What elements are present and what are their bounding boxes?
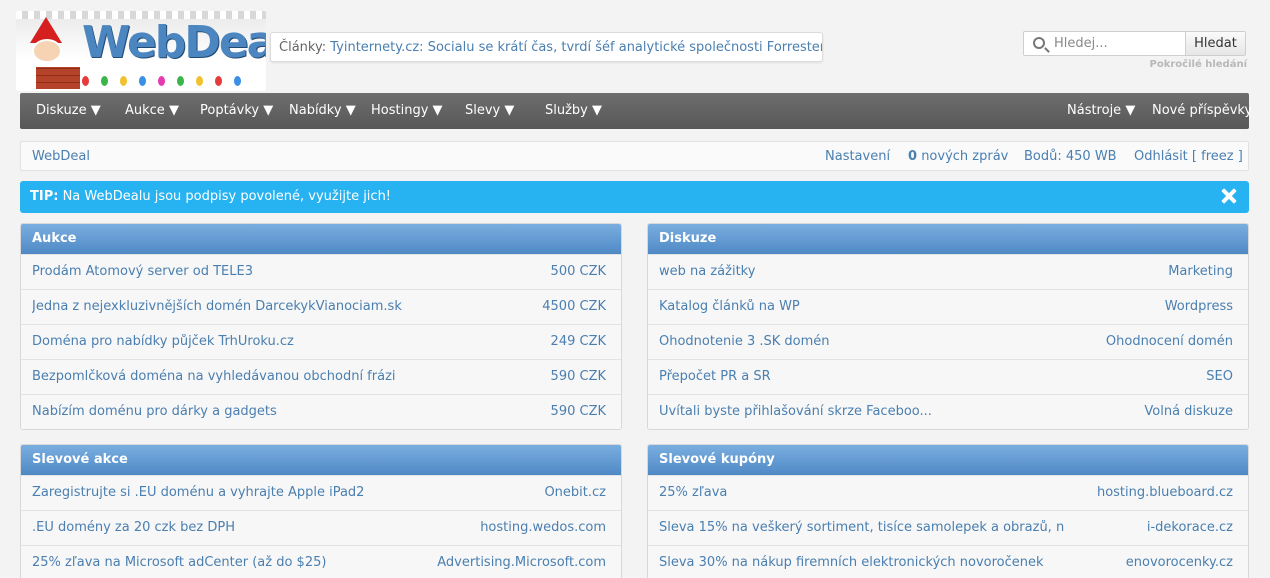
nav-item-nove-prispevky[interactable]: Nové příspěvky <box>1152 93 1252 129</box>
item-title[interactable]: Nabízím doménu pro dárky a gadgets <box>32 404 277 419</box>
list-item[interactable]: Katalog článků na WP Wordpress <box>648 289 1248 324</box>
panel-diskuze: Diskuze web na zážitky Marketing Katalog … <box>647 223 1249 430</box>
breadcrumb[interactable]: WebDeal <box>32 149 90 164</box>
item-source[interactable]: i-dekorace.cz <box>1147 520 1233 535</box>
nav-item-diskuze[interactable]: Diskuze ▼ <box>36 93 101 129</box>
item-category[interactable]: Volná diskuze <box>1144 404 1233 419</box>
item-price: 500 CZK <box>550 264 606 279</box>
site-logo[interactable]: WebDeal <box>16 11 266 91</box>
news-link[interactable]: Tyinternety.cz: Socialu se krátí čas, tv… <box>330 40 822 55</box>
list-item[interactable]: .EU domény za 20 czk bez DPH hosting.wedo… <box>21 510 621 545</box>
list-item[interactable]: Uvítali byste přihlašování skrze Faceboo… <box>648 394 1248 429</box>
item-title[interactable]: Uvítali byste přihlašování skrze Faceboo… <box>659 404 932 419</box>
settings-link[interactable]: Nastavení <box>825 149 890 164</box>
nav-item-slevy[interactable]: Slevy ▼ <box>465 93 514 129</box>
item-source[interactable]: Advertising.Microsoft.com <box>437 555 606 570</box>
advanced-search-link[interactable]: Pokročilé hledání <box>1150 59 1247 70</box>
list-item[interactable]: 25% zľava hosting.blueboard.cz <box>648 475 1248 510</box>
item-title[interactable]: .EU domény za 20 czk bez DPH <box>32 520 235 535</box>
messages-count: 0 <box>908 149 918 164</box>
item-title[interactable]: 25% zľava na Microsoft adCenter (až do $… <box>32 555 326 570</box>
item-category[interactable]: SEO <box>1206 369 1233 384</box>
search-input[interactable] <box>1054 34 1184 53</box>
list-item[interactable]: Ohodnotenie 3 .SK domén Ohodnocení domén <box>648 324 1248 359</box>
user-bar: WebDeal Nastavení 0 nových zpráv Bodů: 4… <box>20 141 1249 171</box>
nav-item-poptavky[interactable]: Poptávky ▼ <box>200 93 273 129</box>
item-price: 590 CZK <box>550 404 606 419</box>
list-item[interactable]: Sleva 15% na veškerý sortiment, tisíce s… <box>648 510 1248 545</box>
search-icon <box>1033 37 1045 49</box>
nav-item-hostingy[interactable]: Hostingy ▼ <box>371 93 443 129</box>
item-title[interactable]: Ohodnotenie 3 .SK domén <box>659 334 830 349</box>
main-nav: Diskuze ▼ Aukce ▼ Poptávky ▼ Nabídky ▼ H… <box>20 93 1252 129</box>
item-title[interactable]: Prodám Atomový server od TELE3 <box>32 264 253 279</box>
item-title[interactable]: Sleva 30% na nákup firemních elektronick… <box>659 555 1044 570</box>
item-source[interactable]: enovorocenky.cz <box>1126 555 1233 570</box>
item-title[interactable]: Jedna z nejexkluzivnějších domén Darceky… <box>32 299 402 314</box>
tip-text: Na WebDealu jsou podpisy povolené, využi… <box>62 189 392 204</box>
item-price: 249 CZK <box>550 334 606 349</box>
panel-slevove-kupony: Slevové kupóny 25% zľava hosting.blueboar… <box>647 444 1249 578</box>
tip-label: TIP: <box>30 189 59 204</box>
logo-text: WebDeal <box>82 17 266 68</box>
item-category[interactable]: Ohodnocení domén <box>1106 334 1233 349</box>
item-title[interactable]: Sleva 15% na veškerý sortiment, tisíce s… <box>659 520 1064 535</box>
panel-title: Aukce <box>21 224 621 254</box>
panel-title: Slevové akce <box>21 445 621 475</box>
panel-aukce: Aukce Prodám Atomový server od TELE3 500 … <box>20 223 622 430</box>
item-price: 590 CZK <box>550 369 606 384</box>
search-box: Hledat <box>1023 31 1246 56</box>
nav-item-nastroje[interactable]: Nástroje ▼ <box>1067 93 1135 129</box>
list-item[interactable]: 25% zľava na Microsoft adCenter (až do $… <box>21 545 621 578</box>
search-button[interactable]: Hledat <box>1185 32 1245 55</box>
list-item[interactable]: Bezpomlčková doména na vyhledávanou obch… <box>21 359 621 394</box>
item-title[interactable]: Katalog článků na WP <box>659 299 800 314</box>
nav-item-nabidky[interactable]: Nabídky ▼ <box>289 93 356 129</box>
panel-slevove-akce: Slevové akce Zaregistrujte si .EU doménu… <box>20 444 622 578</box>
item-source[interactable]: Onebit.cz <box>544 485 606 500</box>
nav-item-sluzby[interactable]: Služby ▼ <box>545 93 602 129</box>
messages-link[interactable]: 0 nových zpráv <box>908 149 1008 164</box>
item-title[interactable]: web na zážitky <box>659 264 755 279</box>
list-item[interactable]: Přepočet PR a SR SEO <box>648 359 1248 394</box>
list-item[interactable]: Nabízím doménu pro dárky a gadgets 590 CZ… <box>21 394 621 429</box>
item-price: 4500 CZK <box>542 299 606 314</box>
item-title[interactable]: Bezpomlčková doména na vyhledávanou obch… <box>32 369 396 384</box>
item-source[interactable]: hosting.blueboard.cz <box>1097 485 1233 500</box>
item-title[interactable]: Doména pro nabídky půjček TrhUroku.cz <box>32 334 294 349</box>
list-item[interactable]: Zaregistrujte si .EU doménu a vyhrajte A… <box>21 475 621 510</box>
list-item[interactable]: Doména pro nabídky půjček TrhUroku.cz 249… <box>21 324 621 359</box>
item-source[interactable]: hosting.wedos.com <box>480 520 606 535</box>
list-item[interactable]: web na zážitky Marketing <box>648 254 1248 289</box>
list-item[interactable]: Jedna z nejexkluzivnějších domén Darceky… <box>21 289 621 324</box>
nav-item-aukce[interactable]: Aukce ▼ <box>125 93 179 129</box>
chimney-icon <box>36 63 80 89</box>
logout-link[interactable]: Odhlásit [ freez ] <box>1134 149 1243 164</box>
tip-banner: TIP: Na WebDealu jsou podpisy povolené, … <box>20 181 1249 213</box>
christmas-lights-icon <box>76 75 266 89</box>
item-title[interactable]: Přepočet PR a SR <box>659 369 771 384</box>
santa-face-icon <box>32 39 62 63</box>
list-item[interactable]: Prodám Atomový server od TELE3 500 CZK <box>21 254 621 289</box>
messages-label: nových zpráv <box>921 149 1009 164</box>
panel-title: Diskuze <box>648 224 1248 254</box>
item-category[interactable]: Marketing <box>1168 264 1233 279</box>
item-category[interactable]: Wordpress <box>1165 299 1233 314</box>
news-label: Články: <box>279 40 327 55</box>
panel-title: Slevové kupóny <box>648 445 1248 475</box>
list-item[interactable]: Sleva 30% na nákup firemních elektronick… <box>648 545 1248 578</box>
close-icon[interactable] <box>1220 187 1238 205</box>
item-title[interactable]: Zaregistrujte si .EU doménu a vyhrajte A… <box>32 485 364 500</box>
points-link[interactable]: Bodů: 450 WB <box>1024 149 1117 164</box>
news-ticker: Články: Tyinternety.cz: Socialu se krátí… <box>270 32 823 62</box>
item-title[interactable]: 25% zľava <box>659 485 727 500</box>
